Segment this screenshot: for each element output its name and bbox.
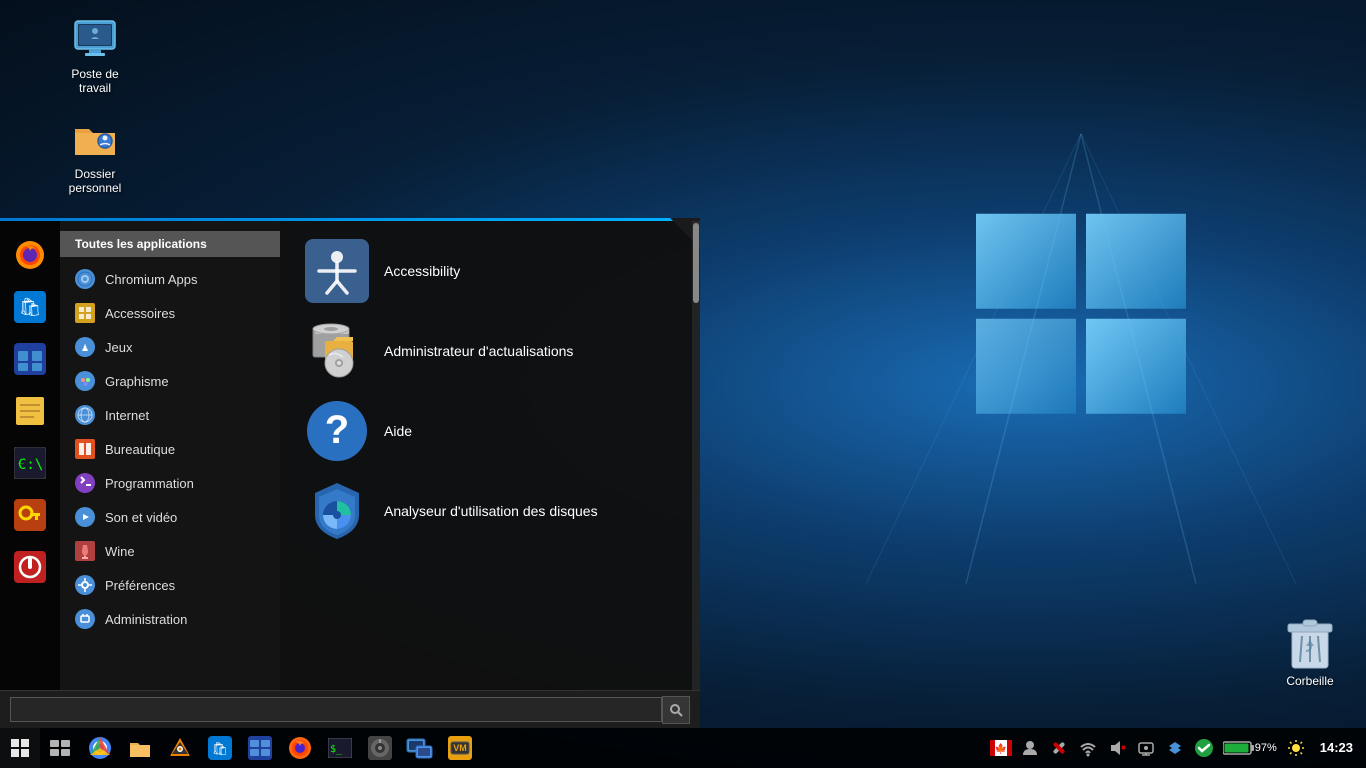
desktop-icon-computer[interactable]: Poste de travail [55,15,135,96]
sidebar-manager[interactable] [6,335,54,383]
category-jeux[interactable]: ♟ Jeux [60,330,280,364]
taskbar-files[interactable] [120,728,160,768]
scroll-thumb[interactable] [693,223,699,303]
sidebar-terminal[interactable]: C:\ _ [6,439,54,487]
start-menu-body: 🛍 [0,221,700,690]
category-header: Toutes les applications [60,231,280,257]
svg-text:$_: $_ [330,744,343,755]
tray-brightness[interactable] [1283,735,1309,761]
son-video-icon [75,507,95,527]
chromium-icon [75,269,95,289]
desktop: Poste de travail Dossier personnel [0,0,1366,768]
taskbar: 🛍 $_ [0,728,1366,768]
category-list: Toutes les applications Chromium Apps [60,221,280,690]
svg-text:🛍: 🛍 [19,297,42,317]
windows-logo [866,134,1296,589]
sidebar-store[interactable]: 🛍 [6,283,54,331]
desktop-icon-folder[interactable]: Dossier personnel [55,115,135,196]
start-search-bar [0,690,700,728]
taskbar-file-manager[interactable] [240,728,280,768]
programmation-icon [75,473,95,493]
svg-text:🍁: 🍁 [994,742,1006,755]
app-analyseur-label: Analyseur d'utilisation des disques [384,503,598,519]
system-tray: 🍁 [983,728,1366,768]
app-admin-label: Administrateur d'actualisations [384,343,573,359]
tray-network[interactable] [1075,735,1101,761]
app-list: Accessibility [280,221,692,690]
taskbar-software-center[interactable]: 🛍 [200,728,240,768]
svg-text:♟: ♟ [81,343,89,353]
tray-status[interactable] [1191,735,1217,761]
category-programmation[interactable]: Programmation [60,466,280,500]
category-wine[interactable]: Wine [60,534,280,568]
accessoires-icon [75,303,95,323]
app-aide[interactable]: ? Aide [300,391,672,471]
start-sidebar: 🛍 [0,221,60,690]
category-administration[interactable]: Administration [60,602,280,636]
tray-dropbox[interactable] [1162,735,1188,761]
aide-icon: ? [305,399,369,463]
internet-icon [75,405,95,425]
svg-text:_: _ [18,453,25,464]
search-button[interactable] [662,696,690,724]
accessibility-icon [305,239,369,303]
start-button[interactable] [0,728,40,768]
admin-actualisations-icon [305,319,369,383]
graphisme-icon [75,371,95,391]
category-bureautique[interactable]: Bureautique [60,432,280,466]
category-graphisme[interactable]: Graphisme [60,364,280,398]
svg-text:?: ? [325,408,349,452]
taskbar-disk-util[interactable] [360,728,400,768]
jeux-icon: ♟ [75,337,95,357]
app-aide-label: Aide [384,423,412,439]
category-chromium-apps[interactable]: Chromium Apps [60,262,280,296]
category-son-video[interactable]: Son et vidéo [60,500,280,534]
analyseur-disques-icon [305,479,369,543]
category-accessoires[interactable]: Accessoires [60,296,280,330]
taskbar-virtualbox[interactable] [400,728,440,768]
app-list-scrollbar[interactable] [692,221,700,690]
taskbar-vmware[interactable]: VM [440,728,480,768]
taskbar-vlc[interactable] [160,728,200,768]
clock-time: 14:23 [1320,739,1353,757]
category-preferences[interactable]: Préférences [60,568,280,602]
taskbar-chromium[interactable] [80,728,120,768]
app-admin-actualisations[interactable]: Administrateur d'actualisations [300,311,672,391]
svg-text:VM: VM [453,743,467,753]
tray-mute[interactable] [1104,735,1130,761]
tray-tools[interactable] [1046,735,1072,761]
wine-icon [75,541,95,561]
app-accessibility-label: Accessibility [384,263,460,279]
tray-network2[interactable] [1133,735,1159,761]
app-analyseur-disques[interactable]: Analyseur d'utilisation des disques [300,471,672,551]
svg-text:🛍: 🛍 [212,741,229,756]
preferences-icon [75,575,95,595]
administration-icon [75,609,95,629]
sidebar-firefox[interactable] [6,231,54,279]
tray-user[interactable] [1017,735,1043,761]
bureautique-icon [75,439,95,459]
app-accessibility[interactable]: Accessibility [300,231,672,311]
sidebar-sticky[interactable] [6,387,54,435]
category-internet[interactable]: Internet [60,398,280,432]
taskbar-task-view[interactable] [40,728,80,768]
tray-flag[interactable]: 🍁 [988,735,1014,761]
sidebar-key[interactable] [6,491,54,539]
tray-battery[interactable]: 97% [1220,735,1280,761]
taskbar-firefox[interactable] [280,728,320,768]
taskbar-terminal[interactable]: $_ [320,728,360,768]
system-clock[interactable]: 14:23 [1312,739,1361,757]
recycle-bin-icon[interactable]: Corbeille [1284,616,1336,688]
sidebar-power[interactable] [6,543,54,591]
start-menu: 🛍 [0,218,700,728]
start-search-input[interactable] [10,697,662,722]
